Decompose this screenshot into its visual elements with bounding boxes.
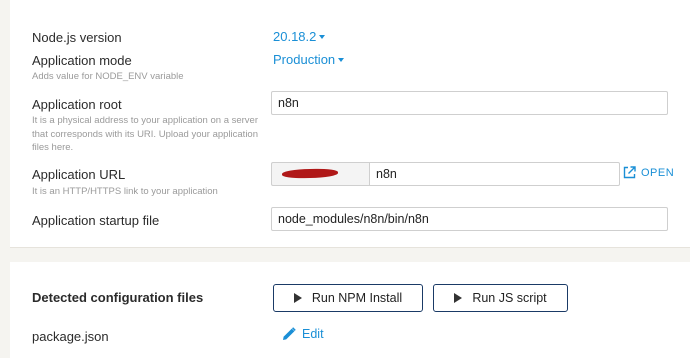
config-files-heading: Detected configuration files bbox=[32, 290, 204, 305]
startup-file-label: Application startup file bbox=[32, 213, 160, 228]
nodejs-version-value: 20.18.2 bbox=[273, 29, 317, 44]
chevron-down-icon bbox=[338, 57, 345, 62]
play-icon bbox=[293, 293, 302, 303]
application-mode-dropdown[interactable]: Production bbox=[273, 52, 345, 67]
application-root-hint-line: files here. bbox=[32, 142, 74, 153]
nodejs-version-dropdown[interactable]: 20.18.2 bbox=[273, 29, 326, 44]
application-url-label: Application URL bbox=[32, 167, 126, 182]
run-js-script-label: Run JS script bbox=[472, 291, 547, 305]
application-root-label: Application root bbox=[32, 97, 122, 112]
application-root-hint: It is a physical address to your applica… bbox=[32, 114, 258, 155]
play-icon bbox=[454, 293, 463, 303]
external-link-icon bbox=[623, 166, 636, 179]
run-npm-install-button[interactable]: Run NPM Install bbox=[273, 284, 423, 312]
edit-label: Edit bbox=[302, 327, 324, 341]
application-url-input[interactable] bbox=[369, 162, 620, 186]
application-url-hint: It is an HTTP/HTTPS link to your applica… bbox=[32, 186, 218, 197]
run-npm-install-label: Run NPM Install bbox=[311, 291, 403, 305]
startup-file-input[interactable] bbox=[271, 207, 668, 231]
open-url-link[interactable]: OPEN bbox=[623, 166, 674, 179]
application-root-input[interactable] bbox=[271, 91, 668, 115]
chevron-down-icon bbox=[319, 34, 326, 39]
application-root-hint-line: that corresponds with its URI. Upload yo… bbox=[32, 128, 259, 140]
redacted-domain bbox=[281, 168, 339, 179]
application-mode-value: Production bbox=[273, 52, 336, 67]
open-label: OPEN bbox=[641, 166, 675, 179]
nodejs-version-label: Node.js version bbox=[32, 30, 122, 45]
config-file-name: package.json bbox=[32, 329, 109, 344]
domain-prefix bbox=[271, 162, 369, 186]
run-js-script-button[interactable]: Run JS script bbox=[433, 284, 568, 312]
application-root-hint-line: It is a physical address to your applica… bbox=[32, 115, 259, 126]
edit-package-json-link[interactable]: Edit bbox=[282, 327, 324, 341]
application-mode-label: Application mode bbox=[32, 53, 132, 68]
application-mode-hint: Adds value for NODE_ENV variable bbox=[32, 71, 184, 82]
pencil-icon bbox=[283, 327, 296, 340]
section-divider bbox=[10, 247, 690, 262]
